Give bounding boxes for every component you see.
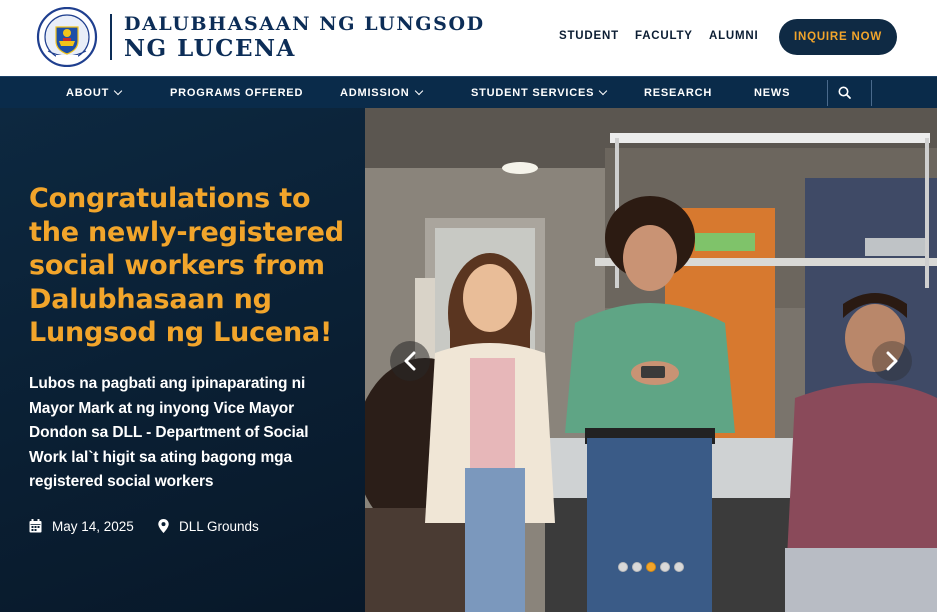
hero-slide-image[interactable] [365,108,937,612]
map-pin-icon [158,519,169,533]
logo-divider [110,14,112,60]
hero-date: May 14, 2025 [29,517,134,535]
nav-item-news[interactable]: NEWS [754,77,790,108]
nav-item-label: PROGRAMS OFFERED [170,86,304,99]
hero-location-text: DLL Grounds [179,518,259,534]
carousel-next-button[interactable] [872,341,912,381]
chevron-down-icon [113,86,123,95]
college-name-line1: DALUBHASAAN NG LUNGSOD [124,13,485,35]
chevron-left-icon [404,351,416,371]
chevron-down-icon [414,86,423,95]
search-icon [838,86,851,99]
college-seal-logo[interactable] [34,6,100,68]
nav-item-programs-offered[interactable]: PROGRAMS OFFERED [170,77,303,108]
hero-title[interactable]: Congratulations to the newly-registered … [29,182,349,350]
calendar-icon [29,519,42,533]
top-link-alumni[interactable]: ALUMNI [709,30,759,42]
nav-item-label: NEWS [754,86,791,99]
nav-divider [827,80,828,106]
main-nav: ABOUT PROGRAMS OFFERED ADMISSION STUDENT… [0,76,937,108]
carousel-dot-2[interactable] [632,562,642,572]
college-name-line2: NG LUCENA [124,35,296,62]
hero-description: Lubos na pagbati ang ipinaparating ni Ma… [29,375,309,490]
nav-item-admission[interactable]: ADMISSION [340,77,423,108]
nav-item-label: STUDENT SERVICES [471,86,595,99]
top-link-student[interactable]: STUDENT [559,30,619,42]
top-link-faculty[interactable]: FACULTY [635,30,693,42]
search-button[interactable] [834,82,856,104]
nav-item-research[interactable]: RESEARCH [644,77,712,108]
hero-location: DLL Grounds [158,517,259,535]
college-name[interactable]: DALUBHASAAN NG LUNGSOD NG LUCENA [124,12,485,62]
nav-item-label: ADMISSION [340,86,410,99]
nav-item-student-services[interactable]: STUDENT SERVICES [471,77,608,108]
carousel-dot-5[interactable] [674,562,684,572]
site-header: DALUBHASAAN NG LUNGSOD NG LUCENA STUDENT… [0,0,937,76]
inquire-now-button[interactable]: INQUIRE NOW [779,19,897,55]
nav-item-label: ABOUT [66,86,110,99]
nav-item-label: RESEARCH [644,86,713,99]
carousel-dot-1[interactable] [618,562,628,572]
carousel-dot-4[interactable] [660,562,670,572]
carousel-dot-3[interactable] [646,562,656,572]
nav-divider [871,80,872,106]
carousel-pagination [618,562,684,572]
hero-date-text: May 14, 2025 [52,518,134,534]
carousel-prev-button[interactable] [390,341,430,381]
chevron-down-icon [598,86,608,95]
chevron-right-icon [886,351,898,371]
nav-item-about[interactable]: ABOUT [66,77,123,108]
